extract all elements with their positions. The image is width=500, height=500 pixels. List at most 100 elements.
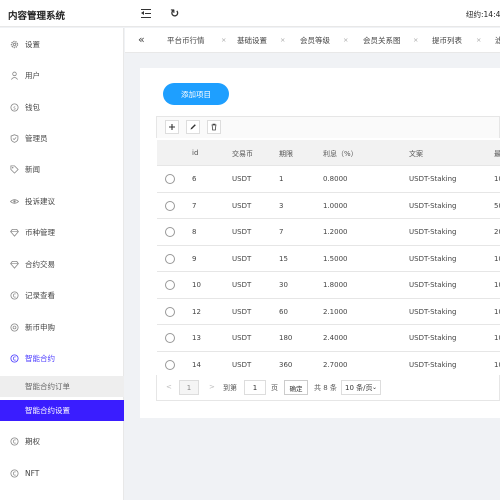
sidebar-item-wallet[interactable]: $ 钱包 <box>0 97 124 117</box>
table-row[interactable]: 6 USDT 1 0.8000 USDT-Staking 10 <box>157 166 500 193</box>
cell-rate: 0.8000 <box>323 175 348 183</box>
tab-close-icon[interactable]: × <box>280 36 285 44</box>
sidebar-item-settings[interactable]: 设置 <box>0 34 124 54</box>
refresh-icon[interactable]: ↻ <box>170 7 179 20</box>
sidebar-item-contract-trade[interactable]: 合约交易 <box>0 254 124 274</box>
cell-term: 1 <box>279 175 284 183</box>
table-row[interactable]: 12 USDT 60 2.1000 USDT-Staking 10 <box>157 298 500 325</box>
cell-extra: 10 <box>494 360 500 369</box>
sidebar-item-complaints[interactable]: 投诉建议 <box>0 191 124 211</box>
sidebar-item-label: 钱包 <box>25 102 40 112</box>
cell-coin: USDT <box>232 334 252 342</box>
cell-extra: 10 <box>494 334 500 342</box>
sidebar-item-admins[interactable]: 管理员 <box>0 128 124 148</box>
cell-id: 9 <box>192 254 197 263</box>
goto-page-input[interactable]: 1 <box>244 380 266 395</box>
coin-icon <box>10 322 19 332</box>
next-page-button[interactable]: > <box>209 383 215 391</box>
column-header: 利息（%） <box>323 150 358 158</box>
prev-page-button[interactable]: < <box>166 383 172 391</box>
sidebar-item-label: 投诉建议 <box>25 196 55 206</box>
cell-id: 8 <box>192 228 197 236</box>
cell-id: 10 <box>192 281 201 289</box>
sidebar-item-users[interactable]: 用户 <box>0 65 124 85</box>
cell-coin: USDT <box>232 281 252 289</box>
row-select-radio[interactable] <box>165 200 175 211</box>
row-select-radio[interactable] <box>165 333 175 343</box>
sidebar-subitem-contract-settings[interactable]: 智能合约设置 <box>0 400 124 421</box>
cell-coin: USDT <box>232 228 252 236</box>
tab-member-graph[interactable]: 会员关系图 <box>363 35 401 46</box>
goto-confirm-button[interactable]: 确定 <box>284 380 308 395</box>
cell-rate: 2.4000 <box>323 334 348 342</box>
sidebar-item-new-coin[interactable]: 新币申购 <box>0 317 124 337</box>
table-row[interactable]: 9 USDT 15 1.5000 USDT-Staking 10 <box>157 245 500 272</box>
tab-close-icon[interactable]: × <box>476 36 481 44</box>
row-select-radio[interactable] <box>165 227 175 237</box>
cell-rate: 1.8000 <box>323 281 348 289</box>
sidebar-item-records[interactable]: 记录查看 <box>0 285 124 305</box>
row-select-radio[interactable] <box>165 306 175 317</box>
record-icon <box>10 290 19 300</box>
row-select-radio[interactable] <box>165 174 175 184</box>
cell-term: 3 <box>279 201 284 210</box>
cell-id: 12 <box>192 307 201 316</box>
row-select-radio[interactable] <box>165 359 175 370</box>
row-select-radio[interactable] <box>165 280 175 290</box>
cell-copy: USDT-Staking <box>409 175 457 183</box>
cell-copy: USDT-Staking <box>409 201 457 210</box>
sidebar-subitem-contract-orders[interactable]: 智能合约订单 <box>0 376 124 397</box>
tab-partial[interactable]: 滤 <box>495 35 500 46</box>
add-project-button[interactable]: 添加项目 <box>163 83 229 105</box>
column-header: 文案 <box>409 150 423 158</box>
add-icon[interactable] <box>165 120 179 134</box>
goto-label: 到第 <box>223 384 237 392</box>
sidebar-item-news[interactable]: 新闻 <box>0 159 124 179</box>
table-row[interactable]: 7 USDT 3 1.0000 USDT-Staking 50 <box>157 192 500 219</box>
cell-extra: 10 <box>494 307 500 316</box>
sidebar: 设置 用户 $ 钱包 管理员 新闻 投诉建议 币种管理 合约交易 记录查看 新币… <box>0 28 124 500</box>
diamond-icon <box>10 228 19 237</box>
row-select-radio[interactable] <box>165 253 175 264</box>
tab-close-icon[interactable]: × <box>413 36 418 44</box>
sidebar-item-smart-contract[interactable]: 智能合约 <box>0 348 124 368</box>
table-row[interactable]: 13 USDT 180 2.4000 USDT-Staking 10 <box>157 325 500 352</box>
cell-id: 13 <box>192 334 201 342</box>
gear-icon <box>10 40 19 49</box>
page-size-select[interactable]: 10 条/页 ⌄ <box>341 380 381 395</box>
tab-platform-coin-market[interactable]: 平台币行情 <box>167 35 205 46</box>
page-size-value: 10 条/页 <box>345 383 373 392</box>
wallet-icon: $ <box>10 102 19 112</box>
tab-close-icon[interactable]: × <box>221 36 226 44</box>
sidebar-item-label: 合约交易 <box>25 259 55 269</box>
sidebar-item-currency[interactable]: 币种管理 <box>0 222 124 242</box>
cell-copy: USDT-Staking <box>409 254 457 263</box>
svg-text:$: $ <box>13 105 16 111</box>
sidebar-item-label: 记录查看 <box>25 290 55 300</box>
sidebar-item-options[interactable]: 期权 <box>0 431 124 451</box>
sidebar-item-label: NFT <box>25 468 40 478</box>
cell-rate: 2.1000 <box>323 307 348 316</box>
page-number-current[interactable]: 1 <box>179 380 199 395</box>
edit-icon[interactable] <box>186 120 200 134</box>
cell-coin: USDT <box>232 254 252 263</box>
tab-close-icon[interactable]: × <box>343 36 348 44</box>
delete-icon[interactable] <box>207 120 221 134</box>
cell-coin: USDT <box>232 360 252 369</box>
app-title: 内容管理系统 <box>8 11 66 22</box>
contract-icon <box>10 353 19 363</box>
cell-coin: USDT <box>232 201 252 210</box>
cell-extra: 10 <box>494 254 500 263</box>
tab-withdraw-list[interactable]: 提币列表 <box>432 35 462 46</box>
table-row[interactable]: 8 USDT 7 1.2000 USDT-Staking 20 <box>157 219 500 246</box>
tab-member-level[interactable]: 会员等级 <box>300 35 330 46</box>
cell-coin: USDT <box>232 307 252 316</box>
column-header: 交易币 <box>232 150 253 158</box>
tab-basic-settings[interactable]: 基础设置 <box>237 35 267 46</box>
table-row[interactable]: 10 USDT 30 1.8000 USDT-Staking 10 <box>157 272 500 299</box>
tabs-scroll-left-icon[interactable]: « <box>138 33 145 46</box>
sidebar-item-label: 设置 <box>25 39 40 49</box>
collapse-menu-icon[interactable] <box>141 9 151 19</box>
sidebar-item-nft[interactable]: NFT <box>0 463 124 483</box>
top-header: 内容管理系统 ↻ 纽约:14:4 <box>0 0 500 27</box>
